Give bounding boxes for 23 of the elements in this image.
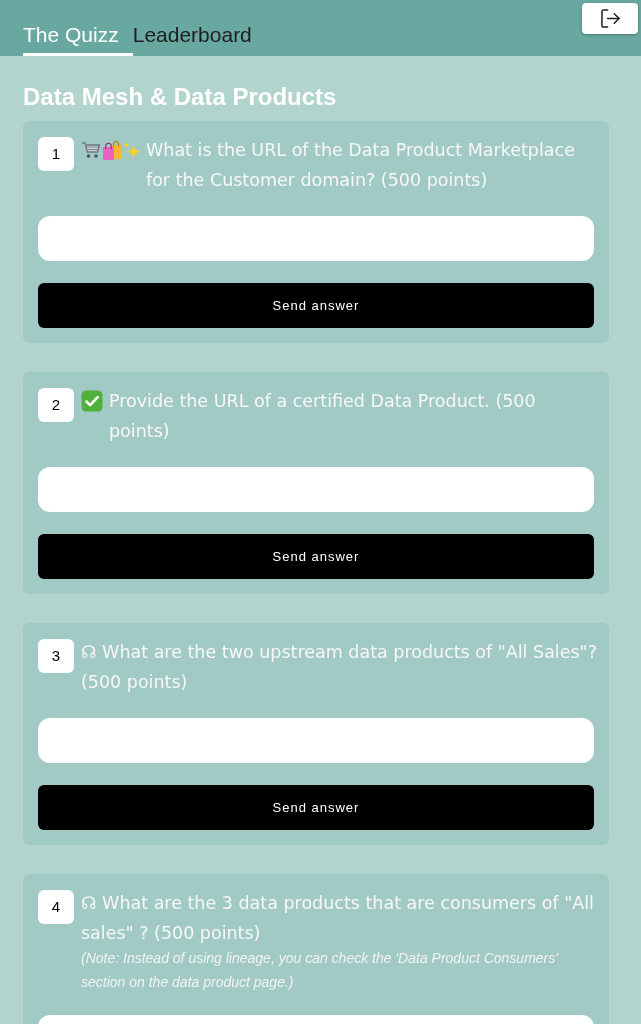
tab[interactable]: Leaderboard (132, 21, 266, 56)
send-answer-button[interactable]: Send answer (38, 785, 594, 830)
question-note: (Note: Instead of using lineage, you can check the 'Data Product Consumers' section on the data product page.) (81, 949, 560, 992)
sparkles-icon (123, 141, 141, 159)
question-number: 4 (38, 890, 74, 924)
send-answer-button[interactable]: Send answer (38, 283, 594, 328)
page-title: Data Mesh & Data Products (23, 82, 338, 112)
question-text: Provide the URL of a certified Data Product. (500 points) (109, 390, 537, 443)
question-text: ☊ What are the 3 data products that are consumers of "All sales" ? (500 points) (81, 892, 595, 945)
question-number: 2 (38, 388, 74, 422)
send-answer-button[interactable]: Send answer (38, 534, 594, 579)
answer-field[interactable] (38, 216, 594, 261)
question-text: ☊ What are the two upstream data products of "All Sales"? (500 points) (81, 641, 598, 694)
question-number: 3 (38, 639, 74, 673)
answer-field[interactable] (38, 718, 594, 763)
question-text: What is the URL of the Data Product Marketplace for the Customer domain? (500 points) (146, 139, 576, 192)
shopping-bags-icon (102, 140, 122, 160)
logout-icon (600, 9, 620, 28)
check-mark-icon (81, 390, 103, 412)
logout-button[interactable] (582, 3, 638, 34)
shopping-cart-icon (81, 141, 101, 159)
question-number: 1 (38, 137, 74, 171)
answer-field[interactable] (38, 467, 594, 512)
